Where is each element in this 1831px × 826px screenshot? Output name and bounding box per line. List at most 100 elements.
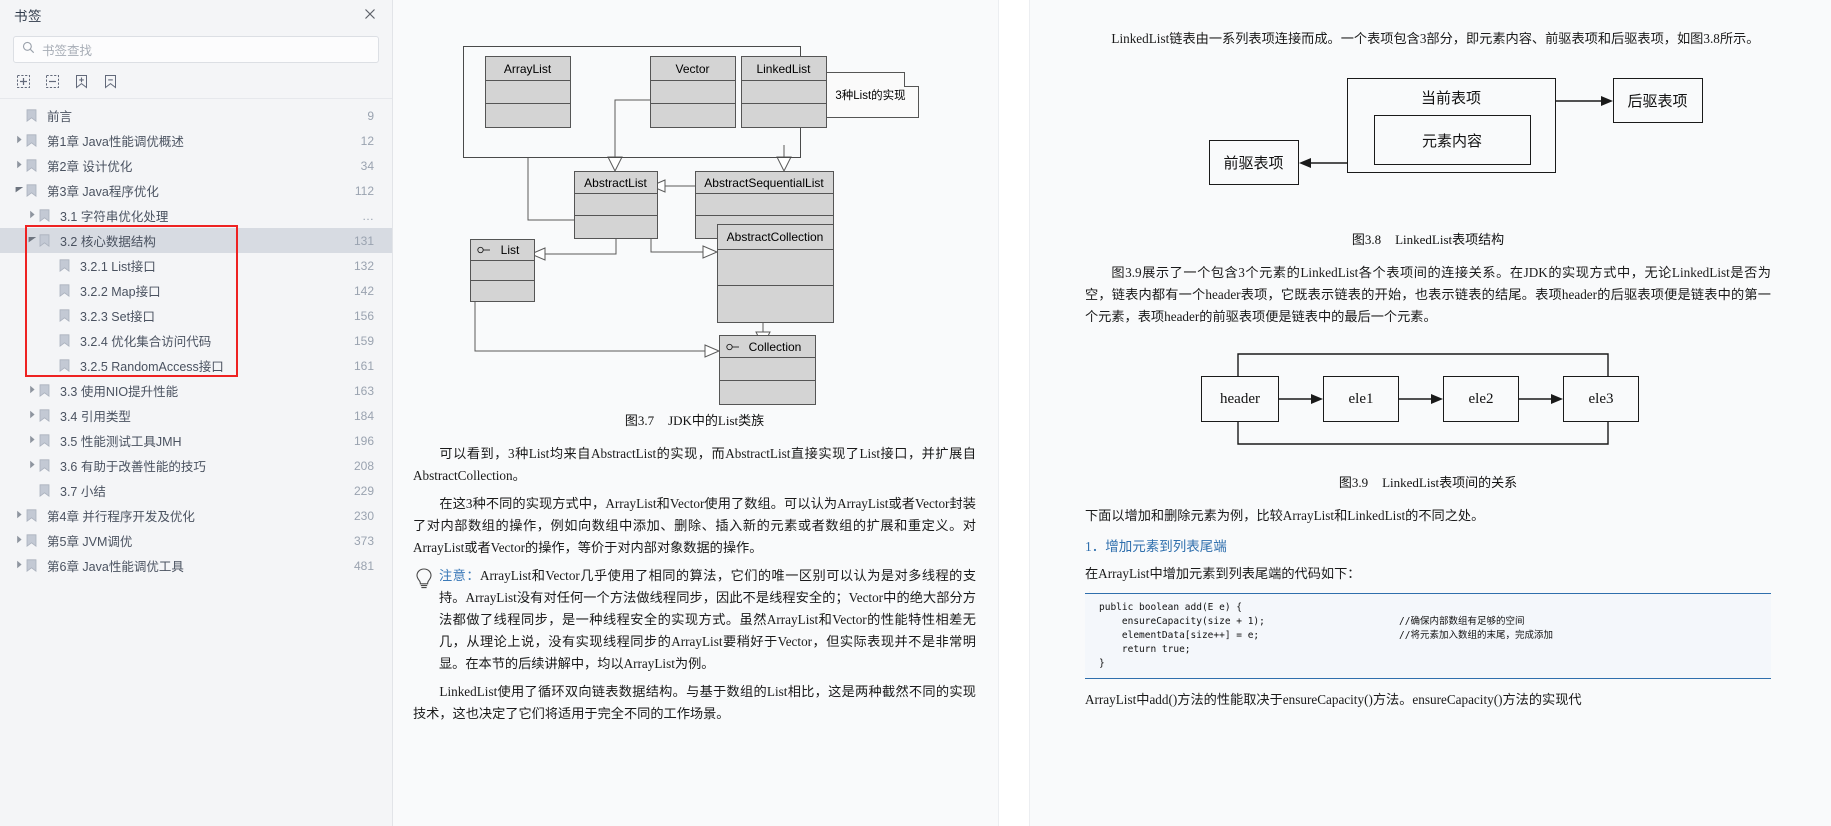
chevron-down-icon[interactable] (13, 186, 26, 195)
add-bookmark-icon[interactable] (73, 73, 90, 90)
bookmark-icon (59, 359, 75, 372)
figure-caption-3-7: 图3.7 JDK中的List类族 (413, 410, 976, 429)
expand-all-icon[interactable] (15, 73, 32, 90)
bookmark-icon (26, 159, 42, 172)
search-placeholder: 书签查找 (42, 44, 93, 58)
figure-number: 图3.8 (1351, 232, 1382, 247)
bookmark-item[interactable]: 3.2.5 RandomAccess接口 161 (0, 353, 392, 378)
bookmark-item[interactable]: 第6章 Java性能调优工具 481 (0, 553, 392, 578)
chevron-down-icon[interactable] (26, 236, 39, 245)
bookmark-page-number: 9 (367, 108, 374, 123)
node-header: header (1201, 376, 1279, 422)
figure-number: 图3.7 (624, 413, 655, 428)
code-comment: //将元素加入数组的末尾，完成添加 (1399, 630, 1553, 641)
code-text: ensureCapacity(size + 1); (1099, 616, 1265, 627)
chevron-right-icon[interactable] (26, 385, 39, 396)
uml-class-name: Vector (650, 57, 735, 81)
chevron-right-icon[interactable] (13, 535, 26, 546)
chevron-right-icon[interactable] (13, 135, 26, 146)
paragraph: 图3.9展示了一个包含3个元素的LinkedList各个表项间的连接关系。在JD… (1085, 265, 1771, 324)
body-text-right-3: 下面以增加和删除元素为例，比较ArrayList和LinkedList的不同之处… (1085, 505, 1771, 527)
code-line: return true; (1099, 643, 1761, 657)
code-block: public boolean add(E e) { ensureCapacity… (1085, 593, 1771, 679)
bookmark-item[interactable]: 3.2.1 List接口 132 (0, 253, 392, 278)
paragraph: 可以看到，3种List均来自AbstractList的实现，而AbstractL… (413, 446, 976, 483)
bookmark-item[interactable]: 第3章 Java程序优化 112 (0, 178, 392, 203)
uml-class-name: AbstractSequentialList (695, 172, 833, 194)
bookmark-item[interactable]: 第2章 设计优化 34 (0, 153, 392, 178)
node-label: 当前表项 (1420, 91, 1481, 107)
bookmark-item[interactable]: 第4章 并行程序开发及优化 230 (0, 503, 392, 528)
bookmark-item[interactable]: 3.6 有助于改善性能的技巧 208 (0, 453, 392, 478)
bookmark-label: 第4章 并行程序开发及优化 (47, 510, 195, 524)
bookmark-item[interactable]: 第5章 JVM调优 373 (0, 528, 392, 553)
bookmark-icon (39, 234, 55, 247)
paragraph: 下面以增加和删除元素为例，比较ArrayList和LinkedList的不同之处… (1085, 508, 1485, 523)
node-label: ele1 (1348, 390, 1374, 407)
code-comment: //确保内部数组有足够的空间 (1399, 616, 1525, 627)
bookmark-item[interactable]: 3.3 使用NIO提升性能 163 (0, 378, 392, 403)
chevron-right-icon[interactable] (26, 410, 39, 421)
bookmark-tree[interactable]: 前言 9 第1章 Java性能调优概述 12 第2章 设计优化 34 第3章 Java程序优… (0, 99, 392, 578)
document-viewer[interactable]: 3种List的实现 ArrayList Vector LinkedList Ab… (393, 0, 1831, 826)
bookmark-item[interactable]: 3.4 引用类型 184 (0, 403, 392, 428)
code-text: return true; (1099, 644, 1191, 655)
bookmark-label: 3.5 性能测试工具JMH (60, 435, 182, 449)
remove-bookmark-icon[interactable] (102, 73, 119, 90)
bookmark-item[interactable]: 第1章 Java性能调优概述 12 (0, 128, 392, 153)
bookmark-item[interactable]: 3.2.3 Set接口 156 (0, 303, 392, 328)
bookmark-label: 3.4 引用类型 (60, 410, 131, 424)
body-text-left: 可以看到，3种List均来自AbstractList的实现，而AbstractL… (413, 443, 976, 725)
bookmark-item[interactable]: 3.7 小结 229 (0, 478, 392, 503)
bookmark-label: 3.7 小结 (60, 485, 106, 499)
paragraph: LinkedList链表由一系列表项连接而成。一个表项包含3部分，即元素内容、前… (1111, 31, 1760, 46)
bookmark-page-number: 481 (353, 558, 374, 573)
bookmark-label: 3.2.1 List接口 (80, 260, 156, 274)
bookmark-page-number: 112 (354, 183, 374, 198)
bookmark-icon (26, 134, 42, 147)
bookmark-item[interactable]: 前言 9 (0, 103, 392, 128)
node-prev-item: 前驱表项 (1208, 140, 1299, 185)
node-ele2: ele2 (1443, 376, 1519, 422)
bookmark-page-number: 196 (353, 433, 374, 448)
chevron-right-icon[interactable] (13, 560, 26, 571)
bookmark-item[interactable]: 3.2.2 Map接口 142 (0, 278, 392, 303)
bookmark-label: 第6章 Java性能调优工具 (47, 560, 184, 574)
code-text: elementData[size++] = e; (1099, 630, 1260, 641)
search-input[interactable]: 书签查找 (13, 36, 379, 63)
body-text-right-intro: LinkedList链表由一系列表项连接而成。一个表项包含3部分，即元素内容、前… (1085, 28, 1771, 50)
bookmark-item[interactable]: 3.5 性能测试工具JMH 196 (0, 428, 392, 453)
code-comment (1399, 601, 1761, 615)
figure-title: LinkedList表项间的关系 (1382, 475, 1518, 490)
uml-class-name: AbstractList (574, 172, 657, 194)
bookmark-icon (59, 334, 75, 347)
bookmark-page-number: 208 (353, 458, 374, 473)
paragraph: LinkedList使用了循环双向链表数据结构。与基于数组的List相比，这是两… (413, 684, 976, 721)
figure-number: 图3.9 (1338, 475, 1369, 490)
chevron-right-icon[interactable] (13, 160, 26, 171)
code-text: } (1099, 658, 1105, 669)
chevron-right-icon[interactable] (13, 510, 26, 521)
code-line: elementData[size++] = e; //将元素加入数组的末尾，完成添… (1099, 629, 1761, 643)
bookmark-label: 第5章 JVM调优 (47, 535, 133, 549)
node-label: 前驱表项 (1223, 156, 1284, 172)
code-line: ensureCapacity(size + 1); //确保内部数组有足够的空间 (1099, 615, 1761, 629)
bookmark-page-number: 142 (353, 283, 374, 298)
bookmark-item[interactable]: 3.2 核心数据结构 131 (0, 228, 392, 253)
close-icon[interactable] (362, 7, 378, 23)
bookmark-item[interactable]: 3.2.4 优化集合访问代码 159 (0, 328, 392, 353)
collapse-all-icon[interactable] (44, 73, 61, 90)
uml-class-name: Collection (748, 339, 802, 354)
uml-class-name: AbstractCollection (717, 225, 833, 250)
uml-class-name: ArrayList (485, 57, 570, 81)
chevron-right-icon[interactable] (26, 460, 39, 471)
paragraph: ArrayList中add()方法的性能取决于ensureCapacity()方… (1085, 692, 1582, 707)
uml-class-vector: Vector (649, 56, 736, 128)
chevron-right-icon[interactable] (26, 435, 39, 446)
bookmark-page-number: 229 (353, 483, 374, 498)
paragraph: 在ArrayList中增加元素到列表尾端的代码如下： (1085, 566, 1361, 581)
node-ele3: ele3 (1563, 376, 1639, 422)
bookmark-label: 3.2.3 Set接口 (80, 310, 156, 324)
bookmark-item[interactable]: 3.1 字符串优化处理… (0, 203, 392, 228)
chevron-right-icon[interactable] (26, 210, 39, 221)
